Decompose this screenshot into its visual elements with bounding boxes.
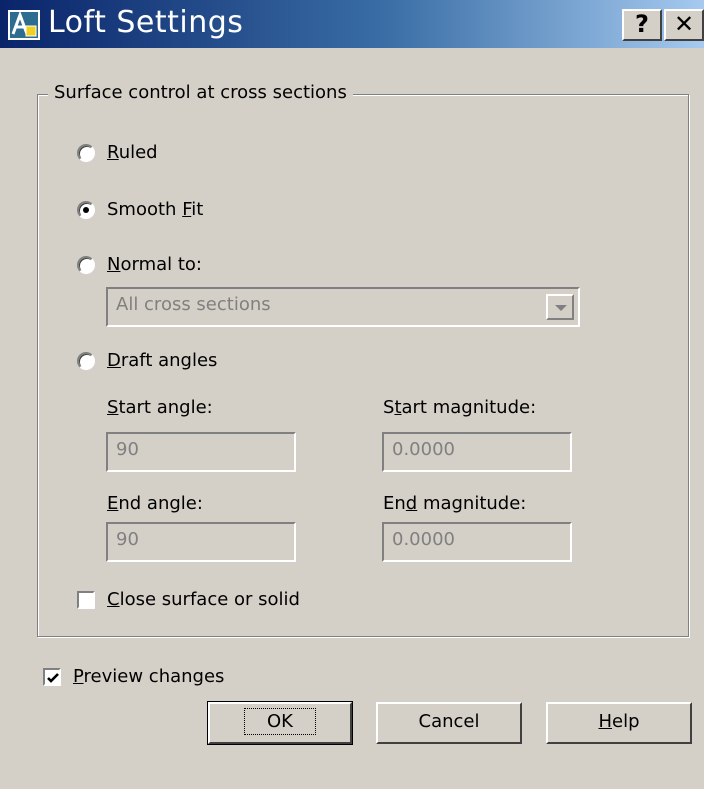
end-magnitude-label: End magnitude: <box>383 493 527 514</box>
ruled-label[interactable]: Ruled <box>107 142 158 163</box>
checkmark-icon <box>47 673 59 683</box>
group-title: Surface control at cross sections <box>48 82 353 103</box>
ruled-radio[interactable] <box>77 144 95 162</box>
normal-to-dropdown[interactable]: All cross sections <box>106 287 580 327</box>
draft-angles-label[interactable]: Draft angles <box>107 350 217 371</box>
preview-changes-label[interactable]: Preview changes <box>73 666 224 687</box>
draft-angles-radio[interactable] <box>77 352 95 370</box>
help-title-button[interactable]: ? <box>622 9 662 41</box>
help-button[interactable]: Help <box>546 702 692 744</box>
ok-button-label: OK <box>244 708 316 735</box>
start-magnitude-input[interactable]: 0.0000 <box>382 432 572 472</box>
normal-to-label[interactable]: Normal to: <box>107 254 202 275</box>
smooth-fit-radio[interactable] <box>77 201 95 219</box>
normal-to-radio[interactable] <box>77 256 95 274</box>
start-angle-label: Start angle: <box>107 397 213 418</box>
close-surface-checkbox[interactable] <box>77 591 95 609</box>
end-angle-input[interactable]: 90 <box>106 522 296 562</box>
start-magnitude-label: Start magnitude: <box>383 397 537 418</box>
ok-button[interactable]: OK <box>207 701 353 745</box>
title-bar[interactable]: Loft Settings ? ✕ <box>0 0 704 48</box>
end-angle-label: End angle: <box>107 493 203 514</box>
normal-to-dropdown-value: All cross sections <box>116 294 271 315</box>
autocad-icon <box>8 10 40 40</box>
close-button[interactable]: ✕ <box>664 9 704 41</box>
end-magnitude-input[interactable]: 0.0000 <box>382 522 572 562</box>
close-surface-label[interactable]: Close surface or solid <box>107 589 300 610</box>
smooth-fit-label[interactable]: Smooth Fit <box>107 199 203 220</box>
radio-selected-dot <box>83 207 89 213</box>
chevron-down-icon[interactable] <box>546 294 574 320</box>
start-angle-input[interactable]: 90 <box>106 432 296 472</box>
cancel-button[interactable]: Cancel <box>376 702 522 744</box>
preview-changes-checkbox[interactable] <box>43 668 61 686</box>
window-title: Loft Settings <box>48 5 244 40</box>
